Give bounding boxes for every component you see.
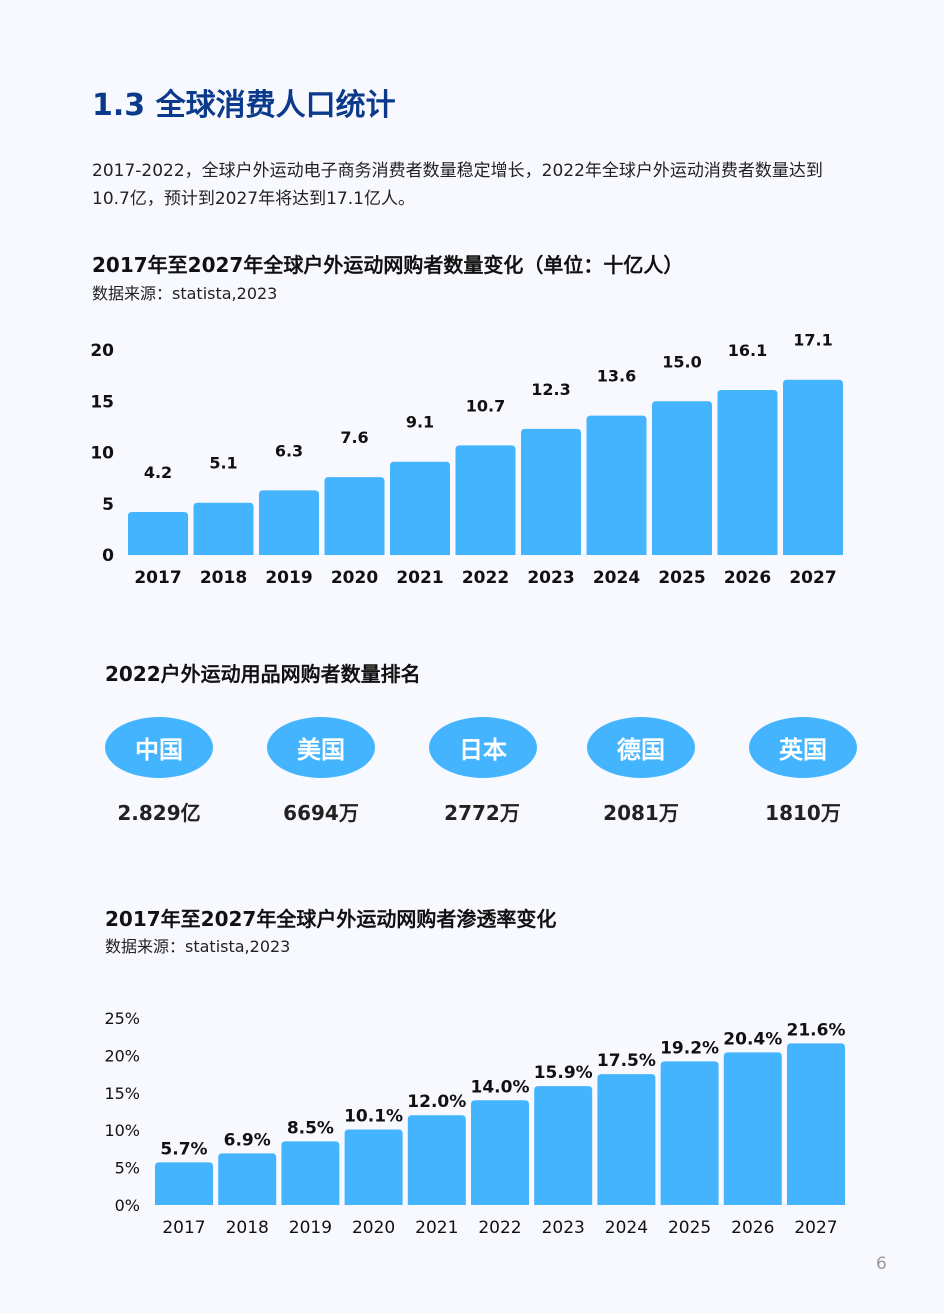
bar-2024 (597, 1074, 656, 1205)
x-tick-label: 2027 (794, 1218, 837, 1238)
bar-2026 (723, 1052, 782, 1205)
chart1-svg: 0 5 10 15 20 4.2 2017 5.1 2018 6.3 2019 7.6 2020 9.1 2… (90, 331, 843, 588)
ranking-badge-japan: 日本 (429, 717, 537, 778)
y-tick-label: 10% (104, 1121, 140, 1140)
x-tick-label: 2022 (478, 1218, 521, 1238)
ranking-value-japan: 2772万 (444, 801, 520, 825)
data-label: 17.5% (597, 1051, 656, 1071)
data-label: 17.1 (793, 331, 832, 350)
ranking-value-china: 2.829亿 (117, 801, 201, 825)
data-label: 15.9% (534, 1063, 593, 1083)
x-tick-label: 2022 (462, 568, 509, 588)
bar-2025 (652, 401, 712, 555)
x-tick-label: 2023 (542, 1218, 585, 1238)
bar-2020 (324, 477, 385, 555)
y-tick-label: 15% (104, 1084, 140, 1103)
bar-2018 (218, 1153, 277, 1205)
data-label: 5.7% (160, 1139, 207, 1159)
bar-2017 (128, 511, 188, 555)
ranking-badge-usa: 美国 (267, 717, 375, 778)
data-label: 14.0% (471, 1077, 530, 1097)
data-label: 12.3 (531, 380, 570, 399)
x-tick-label: 2019 (289, 1218, 332, 1238)
data-label: 4.2 (144, 463, 172, 482)
y-tick-label: 5 (102, 495, 114, 515)
bar-2027 (787, 1043, 845, 1205)
data-label: 16.1 (728, 341, 767, 360)
ranking-country: 美国 (297, 736, 345, 764)
data-label: 6.9% (224, 1130, 271, 1150)
data-label: 6.3 (275, 441, 303, 460)
x-tick-label: 2026 (731, 1218, 774, 1238)
ranking-country: 中国 (135, 736, 183, 764)
x-tick-label: 2024 (605, 1218, 648, 1238)
chart2-title: 2017年至2027年全球户外运动网购者渗透率变化 (105, 907, 557, 931)
data-label: 15.0 (662, 352, 701, 371)
y-tick-label: 0% (115, 1196, 140, 1215)
ranking-badge-germany: 德国 (587, 717, 695, 778)
bar-2025 (660, 1061, 719, 1205)
bar-2026 (717, 389, 778, 555)
ranking-country: 德国 (617, 736, 665, 764)
chart2-svg: 0% 5% 10% 15% 20% 25% 5.7% 2017 6.9% 2018 8.5% 2019… (104, 1009, 846, 1238)
y-tick-label: 5% (115, 1159, 140, 1178)
bar-2021 (390, 461, 450, 555)
ranking-badge-china: 中国 (105, 717, 213, 778)
page-number: 6 (876, 1254, 887, 1274)
ranking-value-germany: 2081万 (603, 801, 679, 825)
bar-2022 (455, 445, 516, 555)
x-tick-label: 2023 (527, 568, 574, 588)
x-tick-label: 2017 (134, 568, 181, 588)
ranking-country: 英国 (779, 736, 827, 764)
y-tick-label: 25% (104, 1009, 140, 1028)
data-label: 19.2% (660, 1038, 719, 1058)
x-tick-label: 2018 (226, 1218, 269, 1238)
x-tick-label: 2026 (724, 568, 771, 588)
bar-2027 (783, 379, 843, 555)
x-tick-label: 2025 (658, 568, 705, 588)
bar-2021 (407, 1115, 466, 1205)
bar-2023 (534, 1086, 593, 1205)
bar-2017 (155, 1162, 213, 1205)
x-tick-label: 2021 (396, 568, 443, 588)
x-tick-label: 2018 (200, 568, 247, 588)
x-tick-label: 2021 (415, 1218, 458, 1238)
ranking-country: 日本 (459, 736, 507, 764)
bar-2023 (521, 428, 581, 555)
data-label: 9.1 (406, 413, 434, 432)
x-tick-label: 2020 (331, 568, 378, 588)
ranking-badge-uk: 英国 (749, 717, 857, 778)
x-tick-label: 2019 (265, 568, 312, 588)
y-tick-label: 10 (90, 444, 114, 464)
data-label: 10.7 (466, 396, 505, 415)
data-label: 8.5% (287, 1118, 334, 1138)
bar-2022 (471, 1100, 529, 1205)
data-label: 13.6 (597, 367, 636, 386)
data-label: 7.6 (340, 428, 368, 447)
data-label: 10.1% (344, 1106, 403, 1126)
data-label: 5.1 (209, 454, 237, 473)
y-tick-label: 0 (102, 546, 114, 566)
bar-2018 (193, 502, 254, 555)
chart2-source: 数据来源：statista,2023 (105, 937, 291, 956)
x-tick-label: 2017 (162, 1218, 205, 1238)
x-tick-label: 2027 (789, 568, 836, 588)
x-tick-label: 2025 (668, 1218, 711, 1238)
x-tick-label: 2024 (593, 568, 640, 588)
ranking-title: 2022户外运动用品网购者数量排名 (105, 662, 421, 686)
ranking-value-usa: 6694万 (283, 801, 359, 825)
bar-2019 (281, 1141, 340, 1205)
data-label: 20.4% (723, 1029, 782, 1049)
bar-2024 (586, 415, 647, 555)
data-label: 12.0% (407, 1092, 466, 1112)
bar-2019 (259, 490, 319, 555)
x-tick-label: 2020 (352, 1218, 395, 1238)
bar-2020 (344, 1129, 403, 1205)
y-tick-label: 15 (90, 392, 114, 412)
y-tick-label: 20% (104, 1046, 140, 1065)
data-label: 21.6% (787, 1020, 846, 1040)
ranking-value-uk: 1810万 (765, 801, 841, 825)
y-tick-label: 20 (90, 341, 114, 361)
